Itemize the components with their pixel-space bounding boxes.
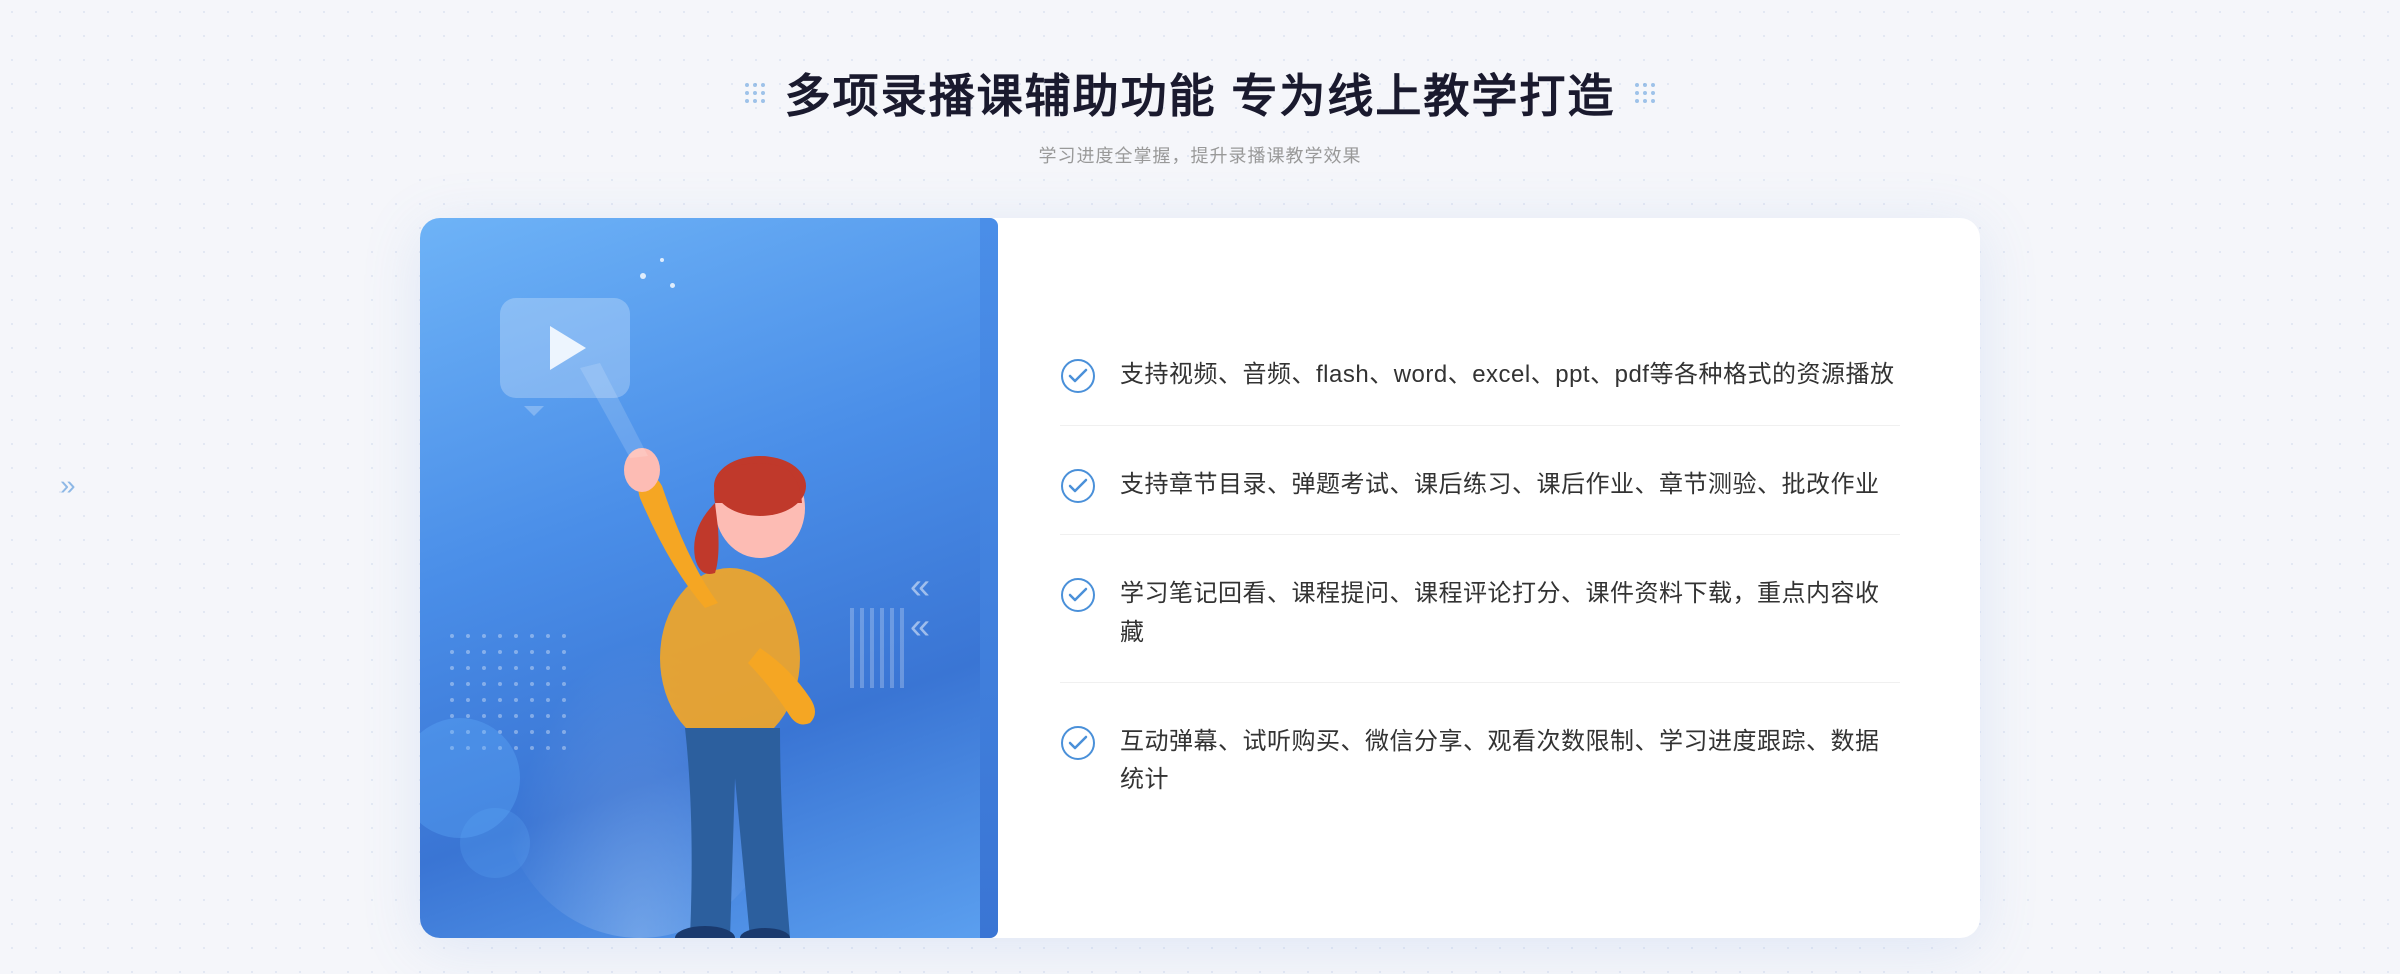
page-wrapper: » 多项录播课辅助功能 专为线上教学打造 学习进度全掌握，提升录播课教学效果 <box>0 0 2400 974</box>
title-row: 多项录播课辅助功能 专为线上教学打造 <box>745 60 1656 126</box>
svg-text:«: « <box>910 605 930 646</box>
feature-text-4: 互动弹幕、试听购买、微信分享、观看次数限制、学习进度跟踪、数据统计 <box>1120 723 1900 800</box>
main-content-card: « « 支持视频、音频、flash、word、excel、ppt、pdf等各种格… <box>420 218 1980 938</box>
feature-text-3: 学习笔记回看、课程提问、课程评论打分、课件资料下载，重点内容收藏 <box>1120 575 1900 652</box>
check-icon-2 <box>1060 468 1096 504</box>
features-panel: 支持视频、音频、flash、word、excel、ppt、pdf等各种格式的资源… <box>980 218 1980 938</box>
check-icon-4 <box>1060 725 1096 761</box>
svg-text:«: « <box>910 565 930 606</box>
main-title: 多项录播课辅助功能 专为线上教学打造 <box>785 60 1616 126</box>
character-illustration: « « <box>420 218 980 938</box>
svg-text:»: » <box>60 470 76 501</box>
sub-title: 学习进度全掌握，提升录播课教学效果 <box>745 142 1656 168</box>
feature-item-3: 学习笔记回看、课程提问、课程评论打分、课件资料下载，重点内容收藏 <box>1060 545 1900 683</box>
feature-text-2: 支持章节目录、弹题考试、课后练习、课后作业、章节测验、批改作业 <box>1120 466 1880 504</box>
feature-item-1: 支持视频、音频、flash、word、excel、ppt、pdf等各种格式的资源… <box>1060 326 1900 425</box>
check-icon-1 <box>1060 358 1096 394</box>
left-arrow-decoration: » <box>60 465 100 510</box>
illustration-panel: « « <box>420 218 980 938</box>
check-icon-3 <box>1060 577 1096 613</box>
feature-item-2: 支持章节目录、弹题考试、课后练习、课后作业、章节测验、批改作业 <box>1060 436 1900 535</box>
header-section: 多项录播课辅助功能 专为线上教学打造 学习进度全掌握，提升录播课教学效果 <box>745 60 1656 168</box>
decorative-dots-left <box>745 83 765 103</box>
feature-text-1: 支持视频、音频、flash、word、excel、ppt、pdf等各种格式的资源… <box>1120 356 1894 394</box>
decorative-dots-right <box>1635 83 1655 103</box>
feature-item-4: 互动弹幕、试听购买、微信分享、观看次数限制、学习进度跟踪、数据统计 <box>1060 693 1900 830</box>
